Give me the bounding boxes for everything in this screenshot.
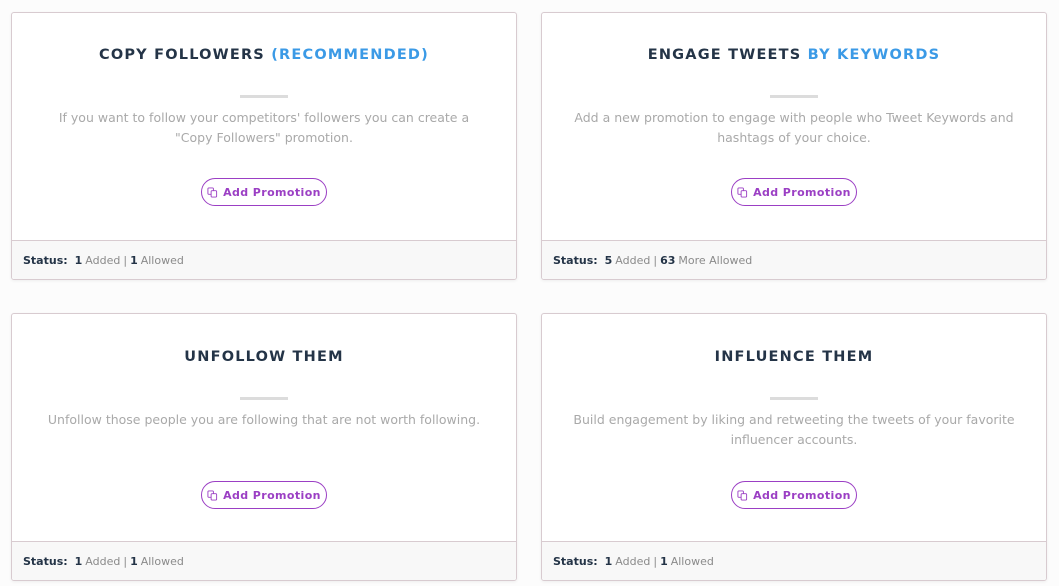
- added-label: Added: [615, 554, 651, 568]
- add-promotion-label: Add Promotion: [753, 488, 851, 502]
- card-status: Status: 5 Added | 63 More Allowed: [542, 241, 1046, 279]
- added-count: 1: [604, 554, 613, 568]
- card-description: If you want to follow your competitors' …: [58, 110, 470, 145]
- card-body: INFLUENCE THEM Build engagement by likin…: [542, 314, 1046, 542]
- card-description: Build engagement by liking and retweetin…: [573, 412, 1015, 447]
- title-divider: [770, 95, 818, 98]
- status-label: Status:: [23, 253, 68, 267]
- card-title-accent: BY KEYWORDS: [807, 47, 941, 63]
- allowed-label: More Allowed: [678, 253, 753, 267]
- copy-icon: [737, 489, 748, 501]
- added-count: 5: [604, 253, 613, 267]
- allowed-count: 1: [130, 253, 138, 267]
- promotion-card-influence-them: INFLUENCE THEM Build engagement by likin…: [541, 313, 1047, 581]
- card-title: COPY FOLLOWERS (RECOMMENDED): [12, 47, 516, 63]
- status-separator: |: [653, 253, 658, 267]
- status-label: Status:: [553, 554, 598, 568]
- card-status: Status: 1 Added | 1 Allowed: [542, 542, 1046, 580]
- status-separator: |: [123, 554, 128, 568]
- card-status: Status: 1 Added | 1 Allowed: [12, 542, 516, 580]
- title-divider: [240, 397, 288, 400]
- card-title: UNFOLLOW THEM: [12, 349, 516, 365]
- card-title-main: UNFOLLOW THEM: [184, 349, 344, 365]
- card-title: ENGAGE TWEETS BY KEYWORDS: [542, 47, 1046, 63]
- card-body: UNFOLLOW THEM Unfollow those people you …: [12, 314, 516, 542]
- copy-icon: [737, 186, 748, 198]
- card-title: INFLUENCE THEM: [542, 349, 1046, 365]
- add-promotion-label: Add Promotion: [753, 185, 851, 199]
- promotion-card-copy-followers: COPY FOLLOWERS (RECOMMENDED) If you want…: [11, 12, 517, 280]
- added-label: Added: [85, 253, 121, 267]
- allowed-count: 1: [660, 554, 668, 568]
- title-divider: [240, 95, 288, 98]
- allowed-count: 1: [130, 554, 138, 568]
- added-label: Added: [85, 554, 121, 568]
- add-promotion-button[interactable]: Add Promotion: [731, 481, 857, 509]
- added-count: 1: [74, 554, 83, 568]
- title-divider: [770, 397, 818, 400]
- added-label: Added: [615, 253, 651, 267]
- card-title-main: ENGAGE TWEETS: [647, 47, 802, 63]
- added-count: 1: [74, 253, 83, 267]
- status-separator: |: [653, 554, 658, 568]
- status-label: Status:: [23, 554, 68, 568]
- status-label: Status:: [553, 253, 598, 267]
- allowed-label: Allowed: [670, 554, 714, 568]
- add-promotion-button[interactable]: Add Promotion: [201, 481, 327, 509]
- card-title-main: INFLUENCE THEM: [714, 349, 874, 365]
- card-title-accent: (RECOMMENDED): [271, 47, 429, 63]
- card-body: ENGAGE TWEETS BY KEYWORDS Add a new prom…: [542, 13, 1046, 241]
- status-separator: |: [123, 253, 128, 267]
- card-description: Unfollow those people you are following …: [47, 412, 481, 427]
- copy-icon: [207, 186, 218, 198]
- card-title-main: COPY FOLLOWERS: [98, 47, 265, 63]
- add-promotion-label: Add Promotion: [223, 185, 321, 199]
- add-promotion-button[interactable]: Add Promotion: [731, 178, 857, 206]
- card-description: Add a new promotion to engage with peopl…: [574, 110, 1014, 145]
- add-promotion-button[interactable]: Add Promotion: [201, 178, 327, 206]
- promotion-card-unfollow-them: UNFOLLOW THEM Unfollow those people you …: [11, 313, 517, 581]
- copy-icon: [207, 489, 218, 501]
- allowed-label: Allowed: [140, 554, 184, 568]
- allowed-label: Allowed: [140, 253, 184, 267]
- allowed-count: 63: [660, 253, 676, 267]
- card-status: Status: 1 Added | 1 Allowed: [12, 241, 516, 279]
- add-promotion-label: Add Promotion: [223, 488, 321, 502]
- promotion-card-engage-tweets: ENGAGE TWEETS BY KEYWORDS Add a new prom…: [541, 12, 1047, 280]
- card-body: COPY FOLLOWERS (RECOMMENDED) If you want…: [12, 13, 516, 241]
